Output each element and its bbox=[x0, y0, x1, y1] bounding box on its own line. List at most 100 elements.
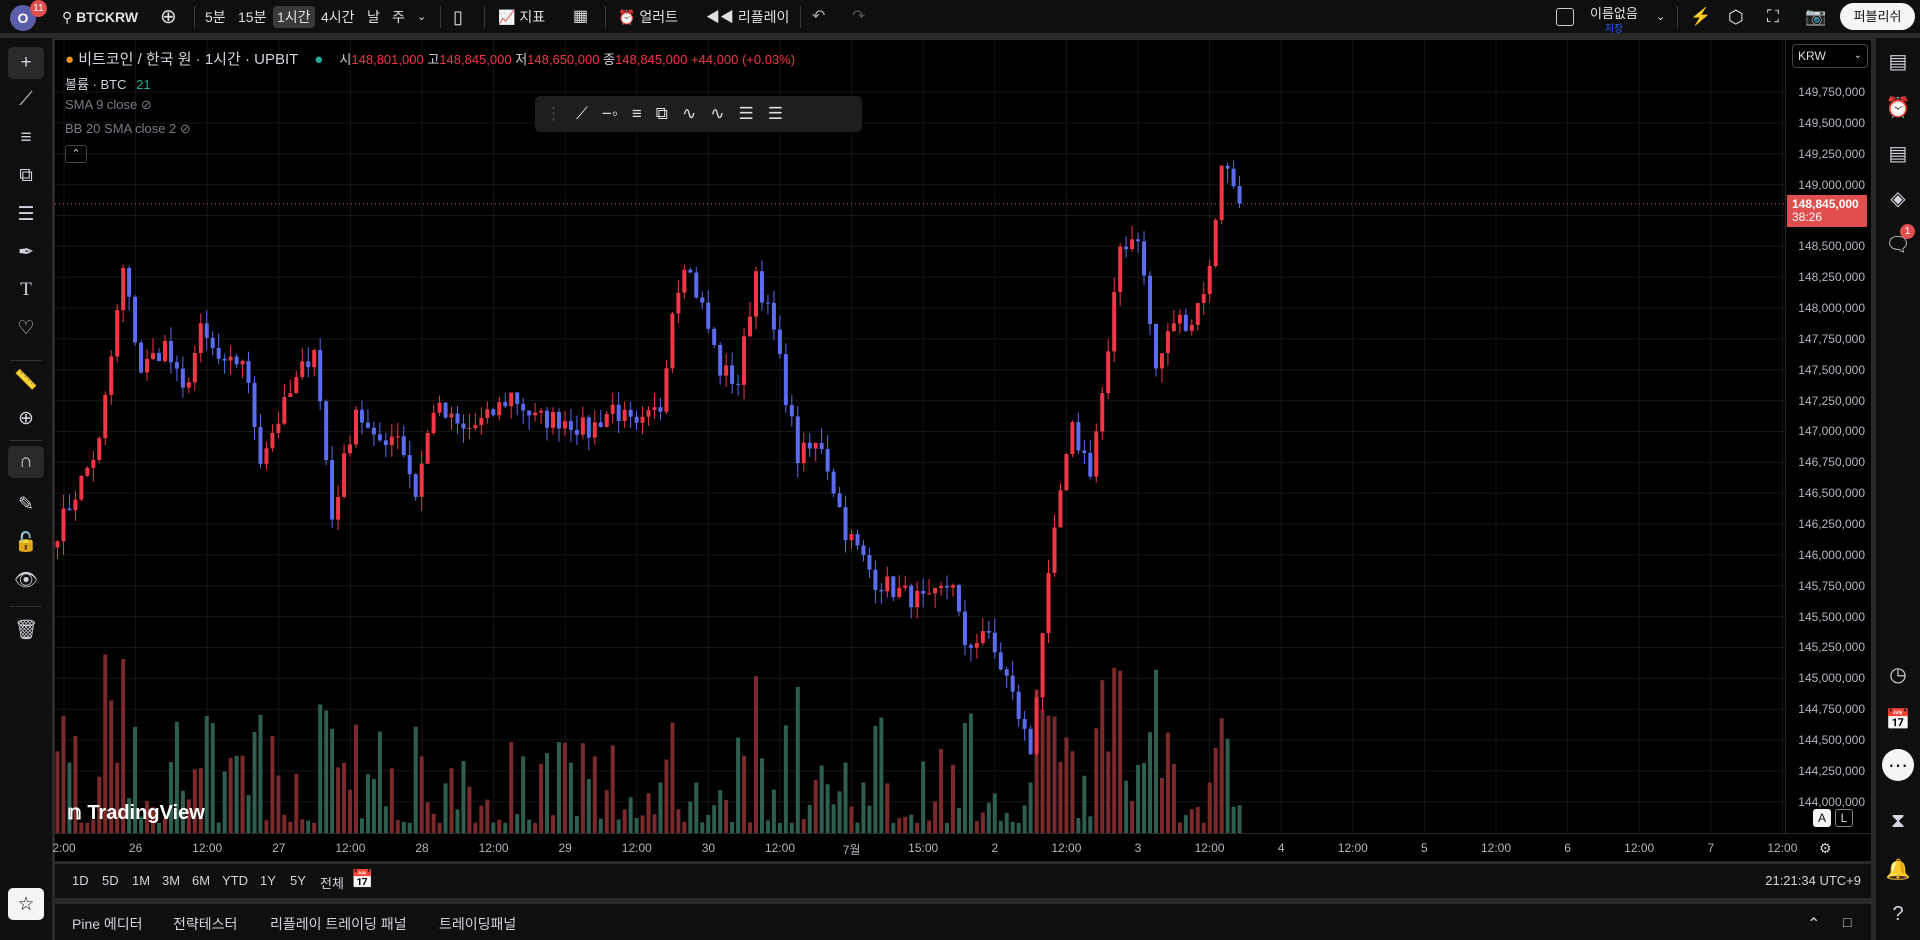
abcd-pattern-icon[interactable]: ∿ bbox=[710, 104, 724, 124]
range-button[interactable]: 5D bbox=[102, 873, 119, 888]
axis-settings-icon[interactable]: ⚙ bbox=[1819, 840, 1832, 857]
fullscreen-icon[interactable]: ⛶ bbox=[1767, 6, 1779, 28]
indicators-button[interactable]: 📈 지표 bbox=[498, 6, 545, 28]
alerts-clock-icon[interactable]: ⏰ bbox=[1882, 91, 1914, 123]
interval-day[interactable]: 날 bbox=[367, 6, 380, 28]
layout-checkbox-icon[interactable] bbox=[1556, 8, 1574, 26]
symbol-search-button[interactable]: ⚲ BTCKRW bbox=[62, 6, 138, 28]
tab-strategy-tester[interactable]: 전략테스터 bbox=[173, 914, 237, 934]
sma-legend[interactable]: SMA 9 close ⊘ bbox=[65, 97, 152, 113]
eye-icon[interactable]: 👁 bbox=[8, 564, 44, 596]
trash-icon[interactable]: 🗑 bbox=[8, 614, 44, 646]
collapse-legend-icon[interactable]: ⌃ bbox=[65, 145, 87, 163]
layouts-grid-icon[interactable]: ▦ bbox=[573, 6, 588, 28]
layers-icon[interactable]: ◈ bbox=[1882, 182, 1914, 214]
compare-add-icon[interactable]: ⊕ bbox=[160, 6, 177, 28]
clock-timezone[interactable]: 21:21:34 UTC+9 bbox=[1765, 873, 1861, 888]
expand-panel-icon[interactable]: ⌃ bbox=[1807, 914, 1820, 934]
notification-bell-icon[interactable]: 🔔 bbox=[1882, 853, 1914, 885]
candle-type-icon[interactable]: ▯ bbox=[453, 6, 463, 28]
tab-pine-editor[interactable]: Pine 에디터 bbox=[72, 914, 143, 934]
parallel-channel-icon[interactable]: ≡ bbox=[632, 104, 642, 124]
interval-dropdown-icon[interactable]: ⌄ bbox=[417, 6, 426, 28]
volume-bar bbox=[485, 799, 490, 833]
time-axis[interactable]: 2:00 26 12:00 27 12:00 28 12:00 29 12:00 30 12:00 7… bbox=[52, 833, 1871, 861]
maximize-panel-icon[interactable]: □ bbox=[1843, 914, 1851, 930]
watchlist-star-icon[interactable]: ☆ bbox=[8, 888, 44, 920]
crosshair-icon[interactable]: + bbox=[8, 47, 44, 79]
candlestick-chart[interactable] bbox=[55, 40, 1785, 833]
layout-name-button[interactable]: 이름없음 저장 bbox=[1590, 3, 1638, 35]
camera-icon[interactable]: 📷 bbox=[1805, 6, 1826, 28]
ray-icon[interactable]: −◦ bbox=[602, 104, 618, 124]
volume-bar bbox=[604, 790, 609, 833]
volume-bar bbox=[1124, 780, 1129, 833]
interval-1h[interactable]: 1시간 bbox=[273, 6, 315, 28]
zoom-in-icon[interactable]: ⊕ bbox=[8, 402, 44, 434]
drag-handle-icon[interactable]: ⋮ bbox=[545, 104, 562, 124]
range-button[interactable]: 전체 bbox=[320, 873, 344, 892]
interval-5m[interactable]: 5분 bbox=[205, 6, 226, 28]
interval-15m[interactable]: 15분 bbox=[238, 6, 266, 28]
magnet-icon[interactable]: ∩ bbox=[8, 446, 44, 478]
watchlist-icon[interactable]: ▤ bbox=[1882, 45, 1914, 77]
tab-replay-trading-panel[interactable]: 리플레이 트레이딩 패널 bbox=[270, 914, 407, 934]
heart-icon[interactable]: ♡ bbox=[8, 312, 44, 344]
broadcast-icon[interactable]: ⧗ bbox=[1882, 805, 1914, 837]
speedometer-icon[interactable]: ◷ bbox=[1882, 658, 1914, 690]
range-button[interactable]: 6M bbox=[192, 873, 210, 888]
lock-icon[interactable]: 🔓 bbox=[8, 526, 44, 558]
text-icon[interactable]: T bbox=[8, 274, 44, 306]
fib-retracement-icon[interactable]: ☰ bbox=[738, 104, 753, 124]
lock-pencil-icon[interactable]: ✎ bbox=[8, 488, 44, 520]
calendar-icon[interactable]: 📅 bbox=[1882, 703, 1914, 735]
range-button[interactable]: 1D bbox=[72, 873, 89, 888]
ruler-icon[interactable]: 📏 bbox=[8, 364, 44, 396]
pitchfork-icon[interactable]: ⧉ bbox=[656, 104, 668, 124]
volume-legend[interactable]: 볼륨 · BTC 21 bbox=[65, 74, 151, 93]
trend-line-icon[interactable]: ⟋ bbox=[576, 104, 588, 124]
settings-hexagon-icon[interactable]: ⬡ bbox=[1728, 6, 1744, 28]
redo-icon[interactable]: ↷ bbox=[852, 6, 865, 28]
pattern-icon[interactable]: ⧉ bbox=[8, 160, 44, 192]
candle-body bbox=[640, 416, 645, 423]
horizontal-lines-icon[interactable]: ≡ bbox=[8, 122, 44, 154]
price-axis[interactable]: KRW ⌄ 149,750,000 149,500,000 149,250,000 14… bbox=[1785, 40, 1871, 833]
hidden-eye-icon[interactable]: ⊘ bbox=[180, 121, 191, 136]
undo-icon[interactable]: ↶ bbox=[812, 6, 825, 28]
elliott-wave-icon[interactable]: ∿ bbox=[682, 104, 696, 124]
currency-select[interactable]: KRW ⌄ bbox=[1792, 44, 1868, 68]
goto-date-calendar-icon[interactable]: 📅 bbox=[351, 869, 373, 890]
range-button[interactable]: 1M bbox=[132, 873, 150, 888]
range-button[interactable]: 1Y bbox=[260, 873, 276, 888]
trend-line-icon[interactable]: ⟋ bbox=[8, 84, 44, 116]
brush-icon[interactable]: ✒ bbox=[8, 236, 44, 268]
chart-pane[interactable]: ● 비트코인 / 한국 원 · 1시간 · UPBIT ● 시148,801,0… bbox=[55, 40, 1785, 833]
volume-bar bbox=[1153, 669, 1158, 833]
fib-icon[interactable]: ☰ bbox=[8, 198, 44, 230]
volume-bar bbox=[1100, 680, 1105, 833]
add-list-icon[interactable]: ▤ bbox=[1882, 137, 1914, 169]
replay-button[interactable]: ◀◀ 리플레이 bbox=[706, 6, 789, 28]
log-scale-button[interactable]: L bbox=[1835, 809, 1853, 827]
help-icon[interactable]: ? bbox=[1882, 898, 1914, 930]
range-button[interactable]: 3M bbox=[162, 873, 180, 888]
hidden-eye-icon[interactable]: ⊘ bbox=[141, 97, 152, 112]
tab-trading-panel[interactable]: 트레이딩패널 bbox=[439, 914, 516, 934]
bb-legend[interactable]: BB 20 SMA close 2 ⊘ bbox=[65, 121, 191, 137]
apps-grid-icon[interactable]: ⋯ bbox=[1882, 749, 1914, 781]
symbol-legend[interactable]: ● 비트코인 / 한국 원 · 1시간 · UPBIT ● 시148,801,0… bbox=[65, 48, 795, 69]
publish-button[interactable]: 퍼블리쉬 bbox=[1840, 3, 1915, 30]
volume-bar bbox=[240, 755, 245, 833]
fib-extension-icon[interactable]: ☰ bbox=[768, 104, 783, 124]
quick-search-icon[interactable]: ⚡ bbox=[1690, 6, 1711, 28]
interval-week[interactable]: 주 bbox=[392, 6, 405, 28]
layout-dropdown-icon[interactable]: ⌄ bbox=[1656, 6, 1665, 28]
auto-scale-button[interactable]: A bbox=[1813, 809, 1831, 827]
range-button[interactable]: YTD bbox=[222, 873, 248, 888]
alert-button[interactable]: ⏰ 얼러트 bbox=[618, 6, 678, 28]
candle-body bbox=[67, 508, 72, 511]
range-button[interactable]: 5Y bbox=[290, 873, 306, 888]
interval-4h[interactable]: 4시간 bbox=[321, 6, 355, 28]
volume-bar bbox=[264, 820, 269, 833]
